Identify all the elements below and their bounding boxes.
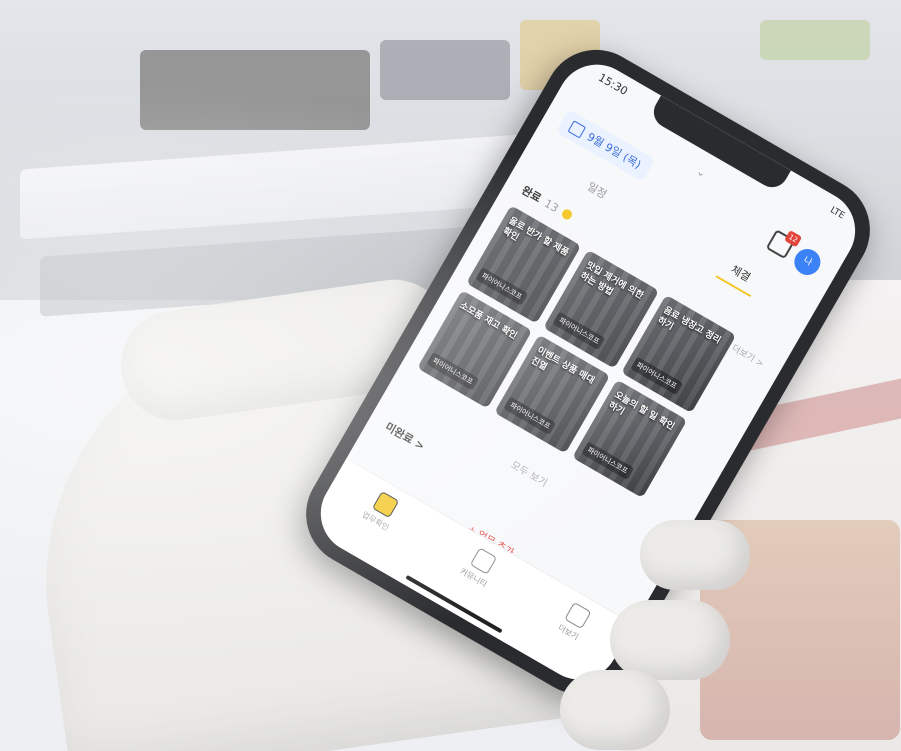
chevron-down-icon[interactable]: ⌄ <box>694 165 708 181</box>
gloved-finger <box>560 670 670 750</box>
avatar[interactable]: 나 <box>789 244 826 280</box>
status-signal: LTE <box>828 205 847 222</box>
date-label: 9월 9일 (목) <box>584 130 644 172</box>
check-box-icon <box>371 490 399 518</box>
photo-scene: 15:30 LTE ⌄ 9월 9일 (목) 12 나 일정 체결 완료 13 더… <box>0 0 901 751</box>
tabbar-item-tasks[interactable]: 업무확인 <box>360 488 403 533</box>
tabbar-item-more[interactable]: 더보기 <box>556 601 593 642</box>
status-time: 15:30 <box>595 70 630 99</box>
tabbar-item-community[interactable]: 커뮤니티 <box>458 545 501 590</box>
gloved-finger <box>610 600 730 680</box>
heart-icon <box>469 547 497 575</box>
gloved-finger <box>640 520 750 590</box>
menu-icon <box>564 601 592 630</box>
notification-button[interactable]: 12 <box>765 229 803 261</box>
calendar-icon <box>567 119 587 139</box>
done-count: 13 <box>542 196 561 215</box>
done-label: 완료 <box>519 183 544 206</box>
view-all-link[interactable]: 더보기 > <box>730 341 767 370</box>
undone-section-header[interactable]: 미완료 > <box>382 418 428 454</box>
status-dot-icon <box>560 207 575 222</box>
